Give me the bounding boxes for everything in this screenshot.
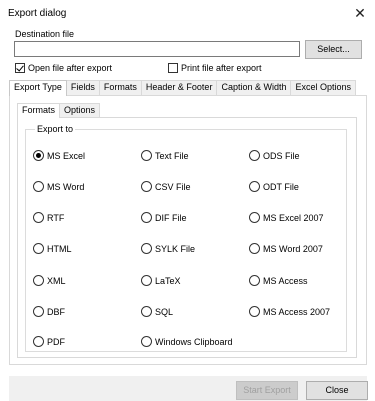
print-after-export-label: Print file after export	[181, 63, 262, 73]
radio-html[interactable]: HTML	[33, 243, 72, 254]
title-bar: Export dialog ✕	[0, 0, 375, 26]
open-after-export-label: Open file after export	[28, 63, 113, 73]
radio-icon	[141, 212, 152, 223]
radio-icon	[141, 336, 152, 347]
radio-dbf[interactable]: DBF	[33, 306, 65, 317]
radio-latex[interactable]: LaTeX	[141, 275, 181, 286]
radio-label: MS Excel 2007	[263, 212, 324, 223]
radio-sylk-file[interactable]: SYLK File	[141, 243, 195, 254]
window-title: Export dialog	[8, 8, 67, 19]
tab-caption-width[interactable]: Caption & Width	[216, 80, 292, 95]
radio-label: MS Word	[47, 181, 85, 192]
radio-icon	[33, 243, 44, 254]
radio-label: PDF	[47, 336, 65, 347]
select-button[interactable]: Select...	[305, 40, 362, 59]
radio-label: XML	[47, 275, 66, 286]
radio-sql[interactable]: SQL	[141, 306, 173, 317]
destination-label: Destination file	[15, 29, 75, 39]
tab-fields[interactable]: Fields	[65, 80, 100, 95]
radio-icon	[33, 275, 44, 286]
tab-export-type[interactable]: Export Type	[9, 80, 67, 96]
start-export-button[interactable]: Start Export	[236, 381, 298, 400]
radio-icon	[141, 150, 152, 161]
radio-icon	[249, 306, 260, 317]
radio-icon	[249, 243, 260, 254]
radio-icon	[141, 243, 152, 254]
radio-label: HTML	[47, 243, 72, 254]
radio-label: Text File	[155, 150, 189, 161]
radio-icon	[249, 275, 260, 286]
radio-ods-file[interactable]: ODS File	[249, 150, 300, 161]
radio-label: LaTeX	[155, 275, 181, 286]
tab-header-footer[interactable]: Header & Footer	[140, 80, 218, 95]
radio-label: ODT File	[263, 181, 299, 192]
radio-odt-file[interactable]: ODT File	[249, 181, 299, 192]
radio-rtf[interactable]: RTF	[33, 212, 64, 223]
radio-windows-clipboard[interactable]: Windows Clipboard	[141, 336, 233, 347]
radio-icon	[249, 150, 260, 161]
radio-label: Windows Clipboard	[155, 336, 233, 347]
radio-icon	[249, 212, 260, 223]
radio-label: MS Access	[263, 275, 308, 286]
radio-label: CSV File	[155, 181, 191, 192]
radio-text-file[interactable]: Text File	[141, 150, 189, 161]
export-to-legend: Export to	[35, 124, 76, 134]
radio-label: RTF	[47, 212, 65, 223]
radio-ms-access-2007[interactable]: MS Access 2007	[249, 306, 330, 317]
radio-icon	[141, 275, 152, 286]
radio-label: SQL	[155, 306, 174, 317]
radio-icon	[33, 306, 44, 317]
radio-pdf[interactable]: PDF	[33, 336, 65, 347]
print-after-export-checkbox[interactable]: Print file after export	[168, 63, 262, 73]
subtab-formats[interactable]: Formats	[17, 103, 61, 118]
radio-ms-access[interactable]: MS Access	[249, 275, 308, 286]
radio-dif-file[interactable]: DIF File	[141, 212, 187, 223]
radio-selected-icon	[33, 150, 44, 161]
radio-label: DBF	[47, 306, 65, 317]
sub-tabs: Formats Options	[17, 103, 101, 118]
radio-label: MS Access 2007	[263, 306, 331, 317]
radio-label: MS Excel	[47, 150, 86, 161]
radio-xml[interactable]: XML	[33, 275, 66, 286]
radio-ms-word[interactable]: MS Word	[33, 181, 84, 192]
radio-label: ODS File	[263, 150, 300, 161]
close-button[interactable]: Close	[306, 381, 368, 400]
radio-label: MS Word 2007	[263, 243, 323, 254]
radio-icon	[33, 212, 44, 223]
tab-excel-options[interactable]: Excel Options	[290, 80, 357, 95]
radio-icon	[141, 306, 152, 317]
radio-csv-file[interactable]: CSV File	[141, 181, 191, 192]
main-tabs: Export Type Fields Formats Header & Foot…	[9, 80, 357, 96]
open-after-export-checkbox[interactable]: Open file after export	[15, 63, 112, 73]
checkbox-unchecked-icon	[168, 63, 178, 73]
radio-ms-excel-2007[interactable]: MS Excel 2007	[249, 212, 324, 223]
radio-ms-excel[interactable]: MS Excel	[33, 150, 85, 161]
radio-icon	[249, 181, 260, 192]
radio-ms-word-2007[interactable]: MS Word 2007	[249, 243, 323, 254]
radio-label: SYLK File	[155, 243, 196, 254]
destination-file-input[interactable]	[14, 41, 300, 57]
radio-icon	[33, 181, 44, 192]
radio-icon	[33, 336, 44, 347]
radio-label: DIF File	[155, 212, 187, 223]
export-to-group	[25, 129, 347, 352]
tab-formats[interactable]: Formats	[98, 80, 142, 95]
checkbox-checked-icon	[15, 63, 25, 73]
radio-icon	[141, 181, 152, 192]
close-icon[interactable]: ✕	[351, 4, 369, 22]
subtab-options[interactable]: Options	[59, 103, 101, 117]
